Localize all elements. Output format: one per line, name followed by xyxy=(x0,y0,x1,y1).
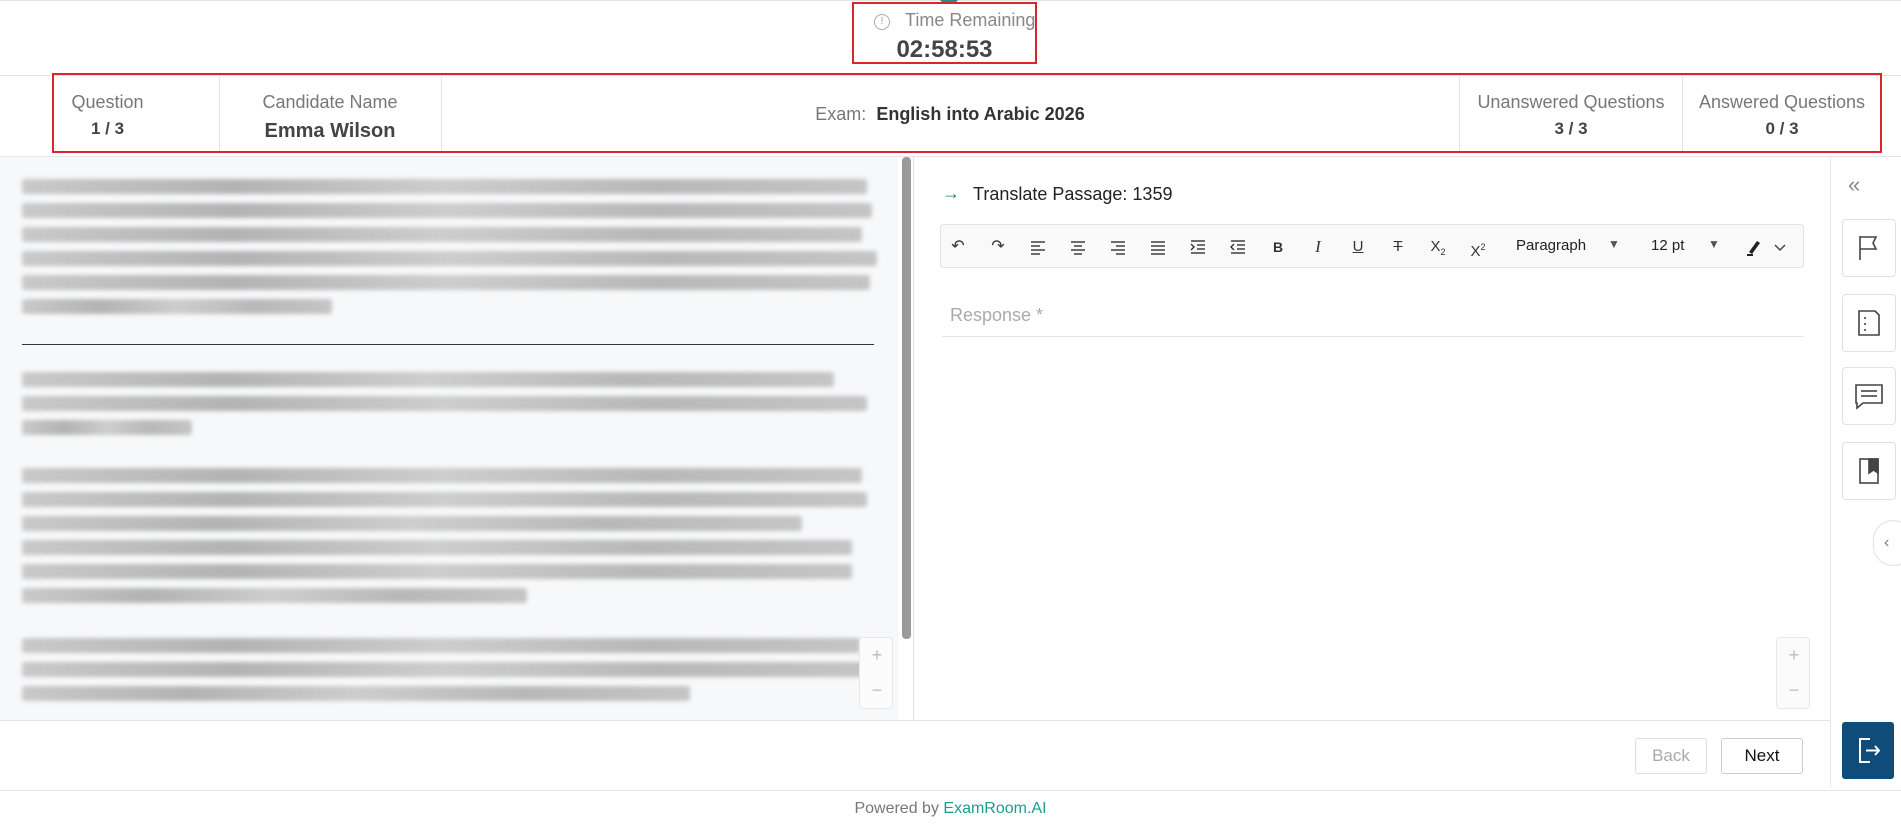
bookmark-button[interactable] xyxy=(1842,442,1896,500)
align-right-icon[interactable] xyxy=(1105,235,1131,259)
flag-icon xyxy=(1859,236,1878,260)
zoom-in-icon[interactable]: + xyxy=(1777,638,1811,673)
passage-paragraph xyxy=(22,179,882,314)
italic-icon[interactable]: I xyxy=(1305,235,1331,259)
powered-by-text: Powered by xyxy=(854,800,939,817)
passage-divider xyxy=(22,344,874,345)
comment-icon xyxy=(1855,384,1883,410)
indent-icon[interactable] xyxy=(1185,235,1211,259)
block-format-select[interactable]: Paragraph xyxy=(1516,237,1586,254)
arrow-right-icon: → xyxy=(942,183,960,203)
chevron-down-icon[interactable]: ▼ xyxy=(1708,237,1720,251)
bookmark-icon xyxy=(1859,458,1879,484)
zoom-in-icon[interactable]: + xyxy=(860,638,894,673)
passage-paragraph xyxy=(22,638,882,701)
passage-paragraph xyxy=(22,468,882,603)
back-button[interactable]: Back xyxy=(1635,738,1707,774)
logout-icon xyxy=(1859,738,1881,763)
undo-icon[interactable]: ↶ xyxy=(945,235,971,259)
timer-label: Time Remaining xyxy=(905,10,1036,30)
chevron-down-icon[interactable]: ▼ xyxy=(1608,237,1620,251)
chevron-left-icon[interactable]: ‹ xyxy=(1873,520,1901,566)
source-passage-pane[interactable] xyxy=(0,157,898,720)
font-size-select[interactable]: 12 pt xyxy=(1651,237,1684,254)
candidate-name: Emma Wilson xyxy=(264,120,396,142)
zoom-out-icon[interactable]: − xyxy=(860,673,894,708)
pane-divider xyxy=(913,157,914,720)
flag-button[interactable] xyxy=(1842,219,1896,277)
answered-value: 0 / 3 xyxy=(1765,119,1799,138)
header-divider xyxy=(1459,77,1460,151)
footer-top-border xyxy=(0,720,1830,721)
outdent-icon[interactable] xyxy=(1225,235,1251,259)
candidate-label: Candidate Name xyxy=(262,92,398,112)
passage-paragraph xyxy=(22,372,882,435)
sidebar-divider xyxy=(1830,157,1831,787)
double-chevron-left-icon[interactable]: « xyxy=(1848,172,1860,198)
footer-border xyxy=(0,790,1901,791)
exit-button[interactable] xyxy=(1842,722,1894,779)
response-editor[interactable]: Response * xyxy=(950,305,1043,326)
unanswered-label: Unanswered Questions xyxy=(1477,92,1665,112)
highlight-pen-icon[interactable] xyxy=(1741,235,1767,259)
footer: Powered by ExamRoom.AI xyxy=(0,800,1901,818)
header-divider xyxy=(1682,77,1683,151)
editor-zoom-controls: + − xyxy=(1776,637,1810,709)
zoom-out-icon[interactable]: − xyxy=(1777,673,1811,708)
unanswered-value: 3 / 3 xyxy=(1554,119,1588,138)
chevron-down-icon[interactable] xyxy=(1767,235,1793,259)
clock-icon: ! xyxy=(874,14,890,30)
align-center-icon[interactable] xyxy=(1065,235,1091,259)
redo-icon[interactable]: ↷ xyxy=(985,235,1011,259)
align-left-icon[interactable] xyxy=(1025,235,1051,259)
exam-info: Exam: English into Arabic 2026 xyxy=(442,104,1458,125)
answered-label: Answered Questions xyxy=(1698,92,1866,112)
superscript-icon[interactable]: X2 xyxy=(1465,235,1491,260)
bold-icon[interactable]: B xyxy=(1265,235,1291,259)
response-underline xyxy=(942,336,1804,337)
exam-label: Exam: xyxy=(815,104,867,124)
editor-toolbar: ↶ ↷ B I U T X2 X2 Paragraph ▼ 12 pt ▼ xyxy=(940,224,1804,268)
align-justify-icon[interactable] xyxy=(1145,235,1171,259)
underline-icon[interactable]: U xyxy=(1345,235,1371,259)
brand-link[interactable]: ExamRoom.AI xyxy=(943,800,1046,817)
strikethrough-icon[interactable]: T xyxy=(1385,235,1411,259)
subscript-icon[interactable]: X2 xyxy=(1425,235,1451,259)
question-label: Question xyxy=(71,92,144,112)
notes-button[interactable] xyxy=(1842,294,1896,352)
exam-name: English into Arabic 2026 xyxy=(876,104,1085,124)
timer-value: 02:58:53 xyxy=(896,36,993,63)
passage-scrollbar[interactable] xyxy=(902,157,911,639)
question-value: 1 / 3 xyxy=(90,119,125,138)
comment-button[interactable] xyxy=(1842,367,1896,425)
passage-title: Translate Passage: 1359 xyxy=(973,184,1173,204)
next-button[interactable]: Next xyxy=(1721,738,1803,774)
passage-zoom-controls: + − xyxy=(859,637,893,709)
document-icon xyxy=(1858,310,1880,336)
